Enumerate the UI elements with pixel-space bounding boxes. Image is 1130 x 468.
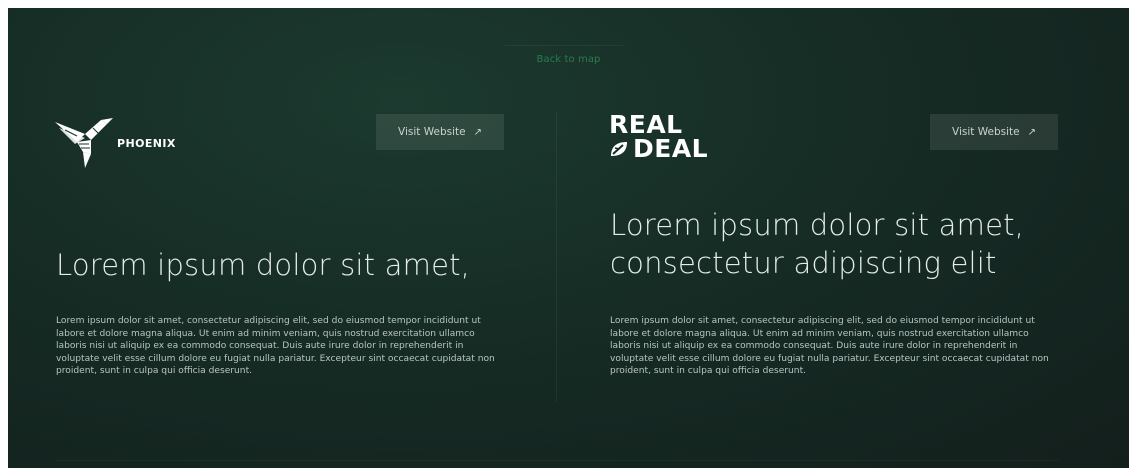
arrow-up-right-icon: ↗ (473, 126, 482, 138)
partner-card-realdeal: REAL DEAL Visit Website ↗ Lorem ipsum do… (609, 108, 1069, 408)
partner-headline-line1: Lorem ipsum dolor sit amet, (610, 208, 1025, 242)
arrow-up-right-icon: ↗ (1027, 126, 1036, 138)
top-divider (505, 45, 623, 46)
realdeal-wordmark-line2: DEAL (633, 134, 709, 163)
visit-website-label: Visit Website (398, 126, 466, 138)
visit-website-button[interactable]: Visit Website ↗ (930, 114, 1058, 150)
phoenix-wordmark: PHOENIX (117, 136, 176, 150)
partner-description: Lorem ipsum dolor sit amet, consectetur … (56, 316, 495, 377)
bottom-divider (55, 460, 1059, 461)
partner-headline: Lorem ipsum dolor sit amet, consectetur … (610, 206, 1024, 282)
phoenix-bird-icon (55, 118, 113, 168)
realdeal-leaf-icon (611, 142, 627, 156)
partner-card-phoenix: PHOENIX Visit Website ↗ Lorem ipsum dolo… (55, 108, 515, 408)
partner-detail-page: Back to map PHOENIX Visit Website ↗ Lore… (8, 8, 1129, 468)
back-to-map-link[interactable]: Back to map (8, 54, 1129, 65)
partner-headline-line2: consectetur adipiscing elit (610, 246, 997, 280)
partner-description: Lorem ipsum dolor sit amet, consectetur … (610, 316, 1049, 377)
phoenix-logo: PHOENIX (55, 114, 176, 170)
visit-website-label: Visit Website (952, 126, 1020, 138)
column-divider (556, 112, 557, 402)
realdeal-logo: REAL DEAL (609, 112, 739, 164)
partner-headline: Lorem ipsum dolor sit amet, (56, 248, 471, 282)
visit-website-button[interactable]: Visit Website ↗ (376, 114, 504, 150)
